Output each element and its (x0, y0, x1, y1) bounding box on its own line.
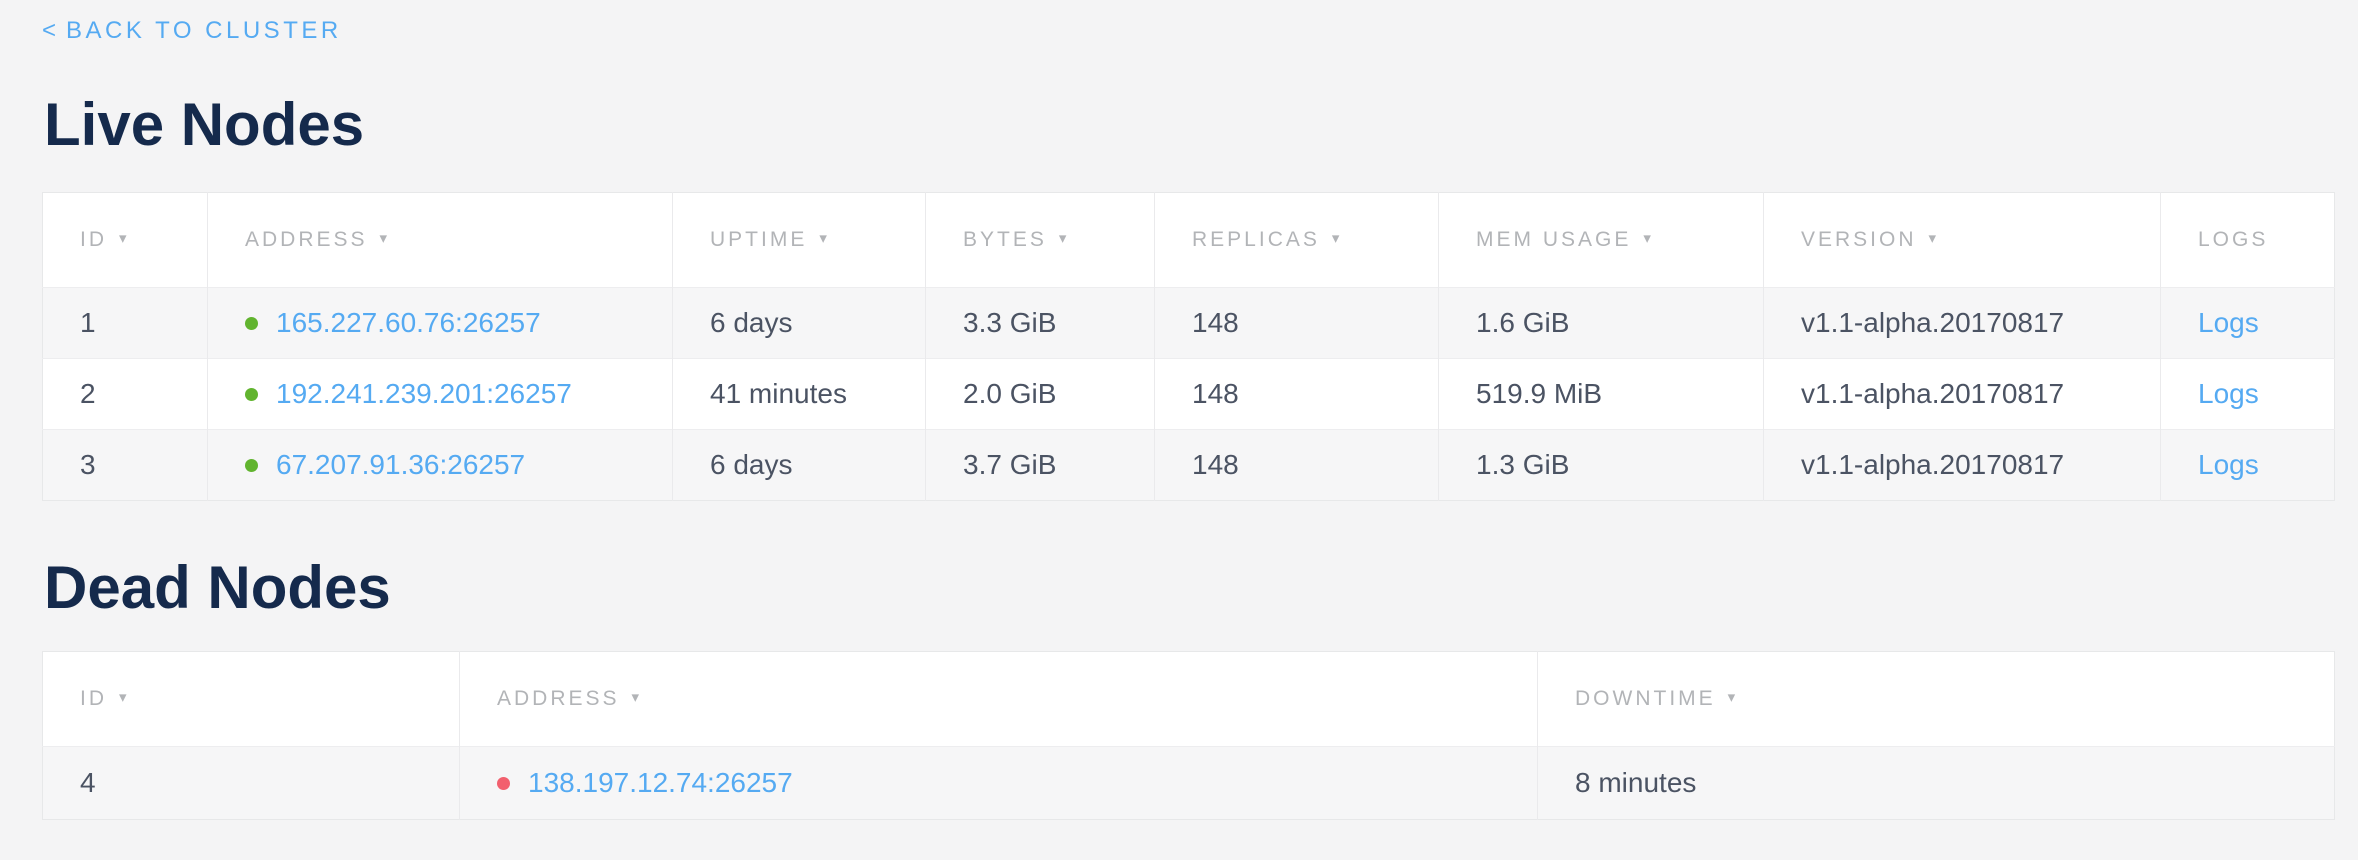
sort-arrow-icon: ▾ (380, 230, 391, 247)
sort-arrow-icon: ▾ (1728, 689, 1739, 706)
node-uptime-cell: 6 days (673, 288, 926, 359)
live-nodes-table: ID ▾ ADDRESS ▾ UPTIME ▾ BYTES ▾ REPLICAS ▾ ME… (42, 192, 2335, 501)
nodes-overview-page: < BACK TO CLUSTER Live Nodes ID ▾ ADDRESS ▾… (0, 0, 2358, 820)
node-logs-cell: Logs (2161, 288, 2335, 359)
col-header-address[interactable]: ADDRESS ▾ (208, 193, 673, 288)
node-downtime-cell: 8 minutes (1538, 747, 2335, 820)
live-node-row: 1 165.227.60.76:26257 6 days 3.3 GiB 148… (43, 288, 2335, 359)
col-header-downtime[interactable]: DOWNTIME ▾ (1538, 652, 2335, 747)
col-header-label: BYTES (963, 228, 1047, 251)
node-address-link[interactable]: 165.227.60.76:26257 (276, 307, 541, 338)
back-to-cluster-link[interactable]: < BACK TO CLUSTER (42, 16, 342, 46)
col-header-bytes[interactable]: BYTES ▾ (926, 193, 1155, 288)
node-address-cell: 192.241.239.201:26257 (208, 359, 673, 430)
col-header-replicas[interactable]: REPLICAS ▾ (1155, 193, 1439, 288)
node-replicas-cell: 148 (1155, 359, 1439, 430)
sort-arrow-icon: ▾ (119, 230, 130, 247)
col-header-label: ADDRESS (497, 687, 620, 710)
sort-arrow-icon: ▾ (819, 230, 830, 247)
node-address-cell: 138.197.12.74:26257 (460, 747, 1538, 820)
node-replicas-cell: 148 (1155, 288, 1439, 359)
live-status-dot-icon (245, 317, 258, 330)
node-bytes-cell: 3.3 GiB (926, 288, 1155, 359)
live-nodes-header-row: ID ▾ ADDRESS ▾ UPTIME ▾ BYTES ▾ REPLICAS ▾ ME… (43, 193, 2335, 288)
node-address-cell: 165.227.60.76:26257 (208, 288, 673, 359)
col-header-id[interactable]: ID ▾ (43, 193, 208, 288)
node-id-cell: 2 (43, 359, 208, 430)
live-nodes-title: Live Nodes (44, 92, 2334, 158)
col-header-label: VERSION (1801, 228, 1917, 251)
back-link-label: BACK TO CLUSTER (66, 17, 342, 44)
node-replicas-cell: 148 (1155, 430, 1439, 501)
dead-node-row: 4 138.197.12.74:26257 8 minutes (43, 747, 2335, 820)
live-node-row: 2 192.241.239.201:26257 41 minutes 2.0 G… (43, 359, 2335, 430)
node-logs-cell: Logs (2161, 430, 2335, 501)
sort-arrow-icon: ▾ (119, 689, 130, 706)
col-header-label: ID (80, 687, 107, 710)
col-header-logs: LOGS (2161, 193, 2335, 288)
node-id-cell: 4 (43, 747, 460, 820)
dead-nodes-header-row: ID ▾ ADDRESS ▾ DOWNTIME ▾ (43, 652, 2335, 747)
node-mem-usage-cell: 1.6 GiB (1439, 288, 1764, 359)
node-address-link[interactable]: 138.197.12.74:26257 (528, 767, 793, 798)
node-version-cell: v1.1-alpha.20170817 (1764, 430, 2161, 501)
col-header-label: MEM USAGE (1476, 228, 1631, 251)
col-header-uptime[interactable]: UPTIME ▾ (673, 193, 926, 288)
col-header-label: UPTIME (710, 228, 807, 251)
col-header-label: LOGS (2198, 228, 2268, 251)
col-header-address[interactable]: ADDRESS ▾ (460, 652, 1538, 747)
node-id-cell: 1 (43, 288, 208, 359)
col-header-id[interactable]: ID ▾ (43, 652, 460, 747)
logs-link[interactable]: Logs (2198, 378, 2259, 409)
sort-arrow-icon: ▾ (1059, 230, 1070, 247)
node-uptime-cell: 6 days (673, 430, 926, 501)
node-mem-usage-cell: 1.3 GiB (1439, 430, 1764, 501)
node-address-cell: 67.207.91.36:26257 (208, 430, 673, 501)
node-bytes-cell: 2.0 GiB (926, 359, 1155, 430)
col-header-label: DOWNTIME (1575, 687, 1716, 710)
dead-nodes-table: ID ▾ ADDRESS ▾ DOWNTIME ▾ 4 138.197.12.74:2… (42, 651, 2335, 820)
node-uptime-cell: 41 minutes (673, 359, 926, 430)
col-header-label: REPLICAS (1192, 228, 1320, 251)
node-version-cell: v1.1-alpha.20170817 (1764, 359, 2161, 430)
live-status-dot-icon (245, 459, 258, 472)
live-node-row: 3 67.207.91.36:26257 6 days 3.7 GiB 148 … (43, 430, 2335, 501)
node-version-cell: v1.1-alpha.20170817 (1764, 288, 2161, 359)
live-status-dot-icon (245, 388, 258, 401)
dead-nodes-title: Dead Nodes (44, 555, 2334, 621)
node-bytes-cell: 3.7 GiB (926, 430, 1155, 501)
logs-link[interactable]: Logs (2198, 449, 2259, 480)
dead-status-dot-icon (497, 777, 510, 790)
sort-arrow-icon: ▾ (1332, 230, 1343, 247)
col-header-label: ADDRESS (245, 228, 368, 251)
back-chevron-icon: < (42, 17, 56, 44)
node-mem-usage-cell: 519.9 MiB (1439, 359, 1764, 430)
sort-arrow-icon: ▾ (632, 689, 643, 706)
col-header-mem-usage[interactable]: MEM USAGE ▾ (1439, 193, 1764, 288)
sort-arrow-icon: ▾ (1643, 230, 1654, 247)
node-logs-cell: Logs (2161, 359, 2335, 430)
col-header-label: ID (80, 228, 107, 251)
node-address-link[interactable]: 67.207.91.36:26257 (276, 449, 525, 480)
logs-link[interactable]: Logs (2198, 307, 2259, 338)
col-header-version[interactable]: VERSION ▾ (1764, 193, 2161, 288)
node-id-cell: 3 (43, 430, 208, 501)
node-address-link[interactable]: 192.241.239.201:26257 (276, 378, 572, 409)
sort-arrow-icon: ▾ (1929, 230, 1940, 247)
